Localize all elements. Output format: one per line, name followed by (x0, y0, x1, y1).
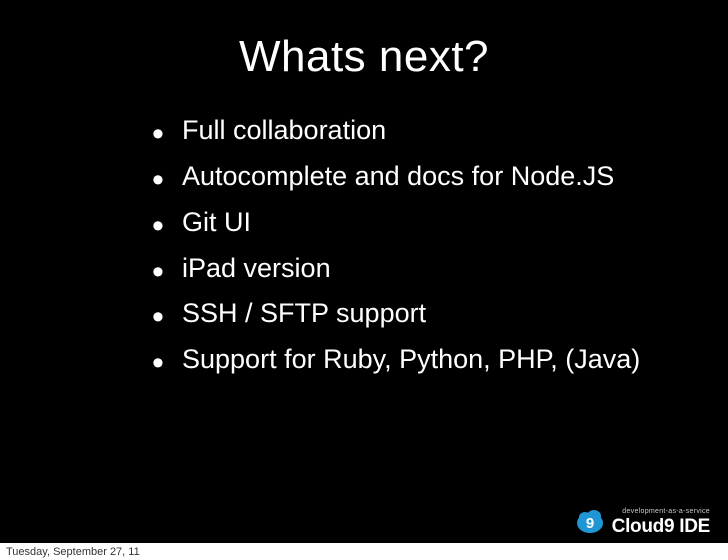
bullet-item: Full collaboration (152, 110, 728, 152)
slide-date: Tuesday, September 27, 11 (0, 543, 728, 560)
slide: Whats next? Full collaboration Autocompl… (0, 0, 728, 560)
logo-name: Cloud9 IDE (612, 517, 710, 536)
cloud9-logo-icon: 9 (576, 508, 604, 536)
bullet-item: iPad version (152, 248, 728, 290)
bullet-list: Full collaboration Autocomplete and docs… (152, 110, 728, 381)
slide-title: Whats next? (0, 0, 728, 82)
logo-tagline: development-as-a-service (622, 508, 710, 515)
logo-text: development-as-a-service Cloud9 IDE (612, 508, 710, 536)
logo-badge-number: 9 (585, 515, 593, 532)
bullet-item: Support for Ruby, Python, PHP, (Java) (152, 339, 728, 381)
bullet-item: SSH / SFTP support (152, 293, 728, 335)
bullet-item: Git UI (152, 202, 728, 244)
logo-block: 9 development-as-a-service Cloud9 IDE (576, 508, 710, 536)
bullet-item: Autocomplete and docs for Node.JS (152, 156, 728, 198)
